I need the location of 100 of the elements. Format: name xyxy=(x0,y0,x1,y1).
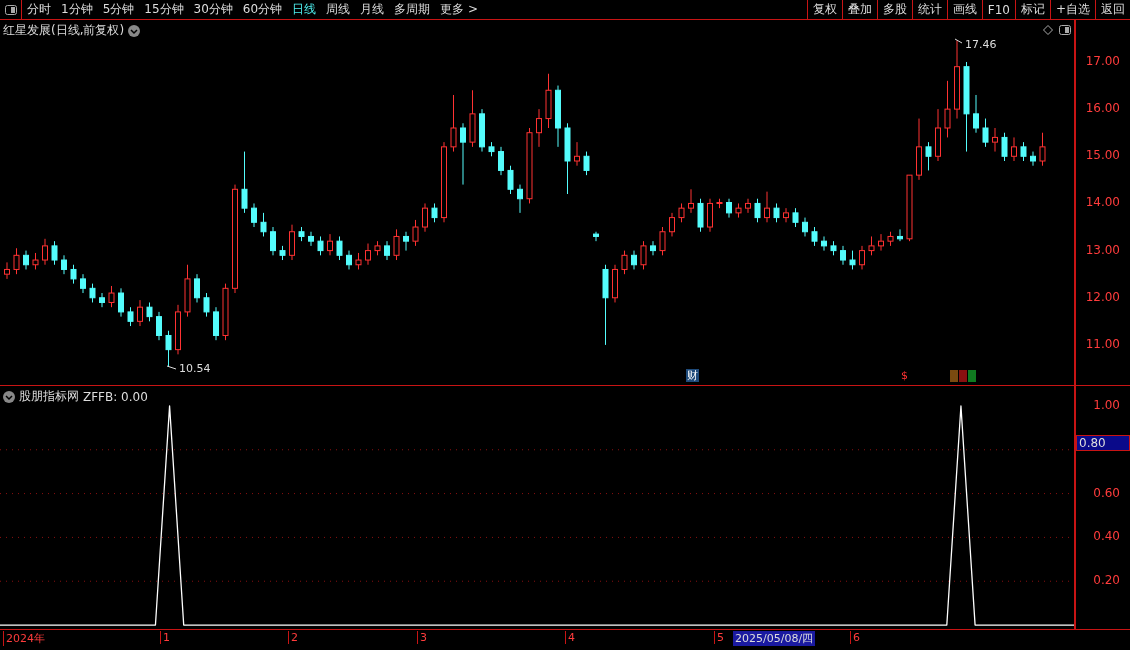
panel-icon xyxy=(4,4,17,15)
candlestick xyxy=(1020,141,1027,162)
toolbar-button[interactable]: 多股 xyxy=(876,0,912,19)
candlestick xyxy=(659,226,666,256)
date-axis-label: 2 xyxy=(288,631,298,644)
candlestick xyxy=(403,231,409,252)
candlestick xyxy=(536,108,542,148)
period-tab[interactable]: 60分钟 xyxy=(237,0,288,19)
candlestick xyxy=(849,250,856,270)
candlestick xyxy=(650,240,656,256)
event-marker[interactable]: 财 xyxy=(686,369,699,382)
candlestick xyxy=(982,118,989,148)
candlestick xyxy=(4,261,10,280)
candlestick xyxy=(270,226,276,256)
chevron-down-icon[interactable] xyxy=(128,24,141,37)
candlestick xyxy=(707,198,713,233)
candlestick xyxy=(422,202,428,233)
toolbar-button[interactable]: 统计 xyxy=(911,0,947,19)
period-tab[interactable]: 分时 xyxy=(22,0,56,19)
toolbar-button[interactable]: 标记 xyxy=(1014,0,1050,19)
candlestick xyxy=(108,285,115,308)
candlestick xyxy=(61,254,67,275)
candlestick xyxy=(859,245,865,270)
cursor-date-label: 2025/05/08/四 xyxy=(733,631,816,646)
candlestick xyxy=(792,207,799,228)
event-marker[interactable]: $ xyxy=(900,369,909,382)
candlestick xyxy=(802,217,808,237)
candlestick xyxy=(165,330,172,368)
date-axis-label: 4 xyxy=(565,631,575,644)
panel-icon[interactable] xyxy=(1059,25,1071,35)
candlestick xyxy=(925,141,932,171)
period-tab[interactable]: 1分钟 xyxy=(56,0,98,19)
candlestick xyxy=(1030,151,1036,167)
candlestick xyxy=(194,273,200,303)
chart-title: 红星发展(日线,前复权) xyxy=(3,22,125,39)
candlestick xyxy=(764,191,770,223)
candlestick xyxy=(336,235,343,261)
candlestick xyxy=(203,292,210,318)
period-tab[interactable]: 15分钟 xyxy=(139,0,189,19)
indicator-axis-label: 1.00 xyxy=(1093,397,1120,412)
indicator-name: 股朋指标网 xyxy=(19,388,79,405)
candlestick xyxy=(517,184,523,214)
candlestick xyxy=(460,122,466,186)
indicator-axis-label: 0.20 xyxy=(1093,573,1120,588)
candlestick xyxy=(118,287,124,318)
candlestick xyxy=(251,202,257,228)
candlestick xyxy=(127,306,134,327)
candlestick xyxy=(42,238,48,266)
toolbar-button[interactable]: 复权 xyxy=(806,0,842,19)
toolbar-button[interactable]: 叠加 xyxy=(841,0,877,19)
date-axis-label: 3 xyxy=(417,631,427,644)
indicator-value: ZFFB: 0.00 xyxy=(83,389,148,404)
candlestick xyxy=(631,250,637,270)
candlestick xyxy=(13,247,20,275)
candlestick xyxy=(1011,136,1017,162)
candlestick xyxy=(431,202,438,223)
candlestick xyxy=(89,283,96,303)
candlestick xyxy=(146,301,153,322)
candlestick xyxy=(973,94,979,134)
diamond-icon[interactable] xyxy=(1043,25,1053,35)
candlestick xyxy=(992,127,998,153)
chevron-down-icon[interactable] xyxy=(3,390,15,403)
date-axis-label: 2024年 xyxy=(3,631,45,646)
candlestick xyxy=(450,94,457,153)
toolbar-button[interactable]: 返回 xyxy=(1095,0,1130,19)
candlestick xyxy=(840,245,846,266)
period-tab[interactable]: 月线 xyxy=(355,0,390,19)
toolbar-button[interactable]: +自选 xyxy=(1049,0,1095,19)
candlestick xyxy=(726,198,732,219)
toolbar-button[interactable]: 画线 xyxy=(946,0,982,19)
candlestick xyxy=(621,250,628,275)
candlestick xyxy=(868,235,875,256)
candlestick xyxy=(384,240,390,261)
candlestick xyxy=(811,226,818,247)
price-axis-label: 15.00 xyxy=(1085,148,1120,163)
price-axis-label: 16.00 xyxy=(1085,101,1120,116)
candlestick xyxy=(308,231,314,247)
candlestick xyxy=(137,299,143,327)
candlestick xyxy=(754,198,761,223)
price-axis-label: 17.00 xyxy=(1085,53,1120,68)
period-tab[interactable]: 周线 xyxy=(321,0,356,19)
price-axis-label: 12.00 xyxy=(1085,289,1120,304)
period-tab[interactable]: 日线 xyxy=(287,0,322,19)
toolbar-button[interactable]: F10 xyxy=(981,0,1015,19)
candlestick xyxy=(773,202,780,223)
candlestick xyxy=(640,240,647,270)
price-axis-label: 14.00 xyxy=(1085,195,1120,210)
period-tab[interactable]: 更多 > xyxy=(435,0,483,19)
candlestick xyxy=(365,243,371,266)
period-tab[interactable]: 5分钟 xyxy=(97,0,140,19)
low-price-annotation: 10.54 xyxy=(166,362,211,375)
candlestick xyxy=(697,198,704,233)
candlestick xyxy=(1001,132,1008,162)
price-axis-label: 11.00 xyxy=(1085,336,1120,351)
candlestick xyxy=(317,235,324,256)
candlestick xyxy=(260,212,267,237)
candlestick xyxy=(593,231,599,242)
high-price-annotation: 17.46 xyxy=(954,38,997,51)
period-tab[interactable]: 多周期 xyxy=(389,0,436,19)
period-tab[interactable]: 30分钟 xyxy=(188,0,238,19)
